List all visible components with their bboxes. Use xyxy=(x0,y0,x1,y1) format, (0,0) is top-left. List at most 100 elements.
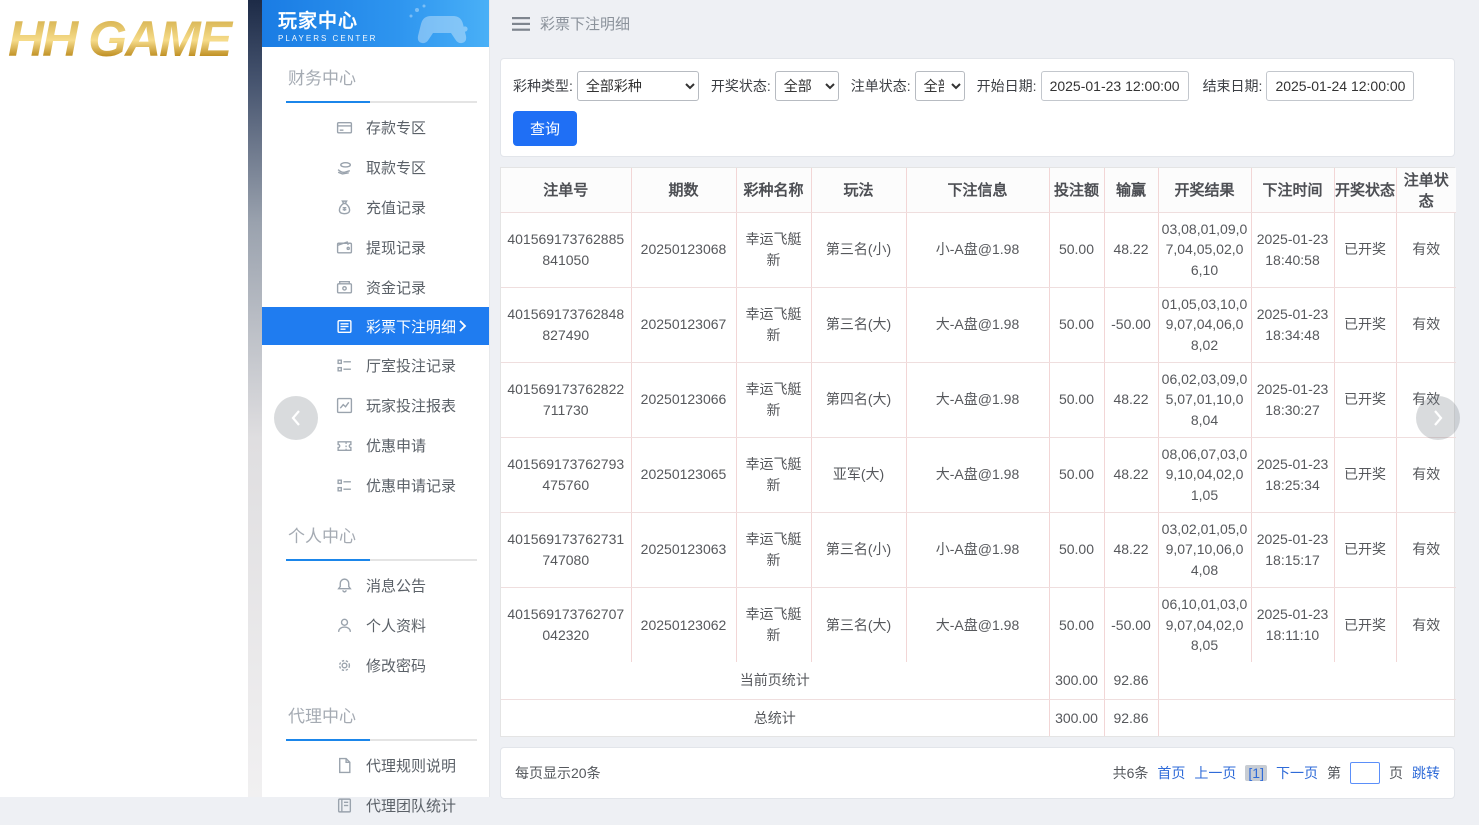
table-cell: 20250123062 xyxy=(631,587,736,662)
sidebar-item-change-password[interactable]: 修改密码 xyxy=(262,645,489,685)
table-cell: 50.00 xyxy=(1049,212,1104,287)
table-cell: 2025-01-23 18:34:48 xyxy=(1251,287,1334,362)
sidebar-header: 玩家中心 PLAYERS CENTER xyxy=(262,0,489,47)
table-cell: 第三名(大) xyxy=(811,587,906,662)
lottery-type-select[interactable]: 全部彩种 xyxy=(577,71,699,101)
table-cell: 亚军(大) xyxy=(811,437,906,512)
table-header-row: 注单号期数彩种名称玩法下注信息投注额输赢开奖结果下注时间开奖状态注单状态 xyxy=(501,168,1456,212)
sidebar-item-label: 优惠申请记录 xyxy=(366,475,456,496)
end-date-input[interactable] xyxy=(1266,71,1414,101)
sidebar-item-profile[interactable]: 个人资料 xyxy=(262,605,489,645)
chevron-right-icon xyxy=(458,319,467,337)
table-header-cell: 期数 xyxy=(631,168,736,212)
table-cell: 401569173762707042320 xyxy=(501,587,631,662)
collapse-left-button[interactable] xyxy=(274,396,318,440)
table-cell: 已开奖 xyxy=(1334,362,1396,437)
table-cell: 第三名(小) xyxy=(811,512,906,587)
summary-row-grand-total: 总统计 300.00 92.86 xyxy=(501,699,1456,736)
sidebar-item-funds-record[interactable]: 资金记录 xyxy=(262,267,489,307)
table-cell: 50.00 xyxy=(1049,512,1104,587)
summary-winloss-total: 92.86 xyxy=(1104,699,1158,736)
table-cell: 48.22 xyxy=(1104,512,1158,587)
sidebar-item-cashout-record[interactable]: 提现记录 xyxy=(262,227,489,267)
table-row: 40156917376284882749020250123067幸运飞艇新第三名… xyxy=(501,287,1456,362)
background-divider xyxy=(248,0,262,797)
chart-icon xyxy=(336,397,353,414)
summary-bet-total: 300.00 xyxy=(1049,662,1104,699)
sidebar-item-label: 消息公告 xyxy=(366,575,426,596)
table-body: 40156917376288584105020250123068 幸运飞艇新第三名… xyxy=(501,212,1456,662)
sidebar-item-label: 存款专区 xyxy=(366,117,426,138)
table-header-cell: 玩法 xyxy=(811,168,906,212)
sidebar-item-lottery-bet-detail[interactable]: 彩票下注明细 xyxy=(262,307,489,345)
sidebar-item-hall-bet-record[interactable]: 厅室投注记录 xyxy=(262,345,489,385)
search-button[interactable]: 查询 xyxy=(513,111,577,146)
sidebar-item-announcements[interactable]: 消息公告 xyxy=(262,565,489,605)
sidebar-item-promo-apply-record[interactable]: 优惠申请记录 xyxy=(262,465,489,505)
page-jump-input[interactable] xyxy=(1350,762,1380,784)
summary-row-current-page: 当前页统计 300.00 92.86 xyxy=(501,662,1456,699)
sidebar-item-agent-rules[interactable]: 代理规则说明 xyxy=(262,745,489,785)
deposit-card-icon xyxy=(336,119,353,136)
table-cell: 大-A盘@1.98 xyxy=(906,362,1049,437)
table-cell: 48.22 xyxy=(1104,437,1158,512)
table-cell: 48.22 xyxy=(1104,362,1158,437)
chevron-right-icon xyxy=(1432,409,1444,427)
sidebar-item-recharge-record[interactable]: 充值记录 xyxy=(262,187,489,227)
sidebar-item-label: 厅室投注记录 xyxy=(366,355,456,376)
draw-status-label: 开奖状态: xyxy=(711,76,771,96)
document-icon xyxy=(336,757,353,774)
current-page-indicator: [1] xyxy=(1245,765,1267,781)
summary-empty xyxy=(1158,699,1456,736)
list-icon xyxy=(336,357,353,374)
filter-panel: 彩种类型: 全部彩种 开奖状态: 全部 注单状态: 全部 开始日期: 结束日期:… xyxy=(500,58,1455,157)
topbar: 彩票下注明细 xyxy=(490,0,1479,47)
table-header-cell: 下注信息 xyxy=(906,168,1049,212)
table-cell: 50.00 xyxy=(1049,437,1104,512)
end-date-label: 结束日期: xyxy=(1203,76,1263,96)
table-row: 40156917376279347576020250123065幸运飞艇新亚军(… xyxy=(501,437,1456,512)
bet-detail-table: 注单号期数彩种名称玩法下注信息投注额输赢开奖结果下注时间开奖状态注单状态 401… xyxy=(501,168,1456,736)
sidebar-item-withdraw[interactable]: 取款专区 xyxy=(262,147,489,187)
withdraw-hand-icon xyxy=(336,159,353,176)
sidebar-item-label: 个人资料 xyxy=(366,615,426,636)
table-cell: 已开奖 xyxy=(1334,212,1396,287)
first-page-link[interactable]: 首页 xyxy=(1157,763,1185,783)
table-cell: 401569173762885841050 xyxy=(501,212,631,287)
jump-button[interactable]: 跳转 xyxy=(1412,763,1440,783)
wallet-icon xyxy=(336,239,353,256)
draw-status-select[interactable]: 全部 xyxy=(775,71,839,101)
sidebar-item-deposit[interactable]: 存款专区 xyxy=(262,107,489,147)
table-cell: 大-A盘@1.98 xyxy=(906,437,1049,512)
section-rule xyxy=(286,559,477,561)
table-cell: 小-A盘@1.98 xyxy=(906,212,1049,287)
table-cell: 03,02,01,05,09,07,10,06,04,08 xyxy=(1158,512,1251,587)
table-cell: 20250123065 xyxy=(631,437,736,512)
hamburger-menu-icon[interactable] xyxy=(512,17,530,31)
table-cell: 50.00 xyxy=(1049,362,1104,437)
table-cell: 20250123068 xyxy=(631,212,736,287)
table-cell: 20250123066 xyxy=(631,362,736,437)
table-cell: 401569173762793475760 xyxy=(501,437,631,512)
table-cell: 已开奖 xyxy=(1334,437,1396,512)
bet-detail-table-card: 注单号期数彩种名称玩法下注信息投注额输赢开奖结果下注时间开奖状态注单状态 401… xyxy=(500,167,1455,737)
table-cell: 06,02,03,09,05,07,01,10,08,04 xyxy=(1158,362,1251,437)
sidebar-item-label: 玩家投注报表 xyxy=(366,395,456,416)
bet-status-select[interactable]: 全部 xyxy=(915,71,965,101)
sidebar-item-label: 代理规则说明 xyxy=(366,755,456,776)
prev-page-link[interactable]: 上一页 xyxy=(1194,763,1236,783)
chevron-left-icon xyxy=(290,409,302,427)
summary-label: 总统计 xyxy=(501,699,1049,736)
table-cell: 06,10,01,03,09,07,04,02,08,05 xyxy=(1158,587,1251,662)
sidebar-item-agent-team-stats[interactable]: 代理团队统计 xyxy=(262,785,489,825)
section-rule xyxy=(286,739,477,741)
sidebar-item-label: 取款专区 xyxy=(366,157,426,178)
next-page-link[interactable]: 下一页 xyxy=(1276,763,1318,783)
start-date-input[interactable] xyxy=(1041,71,1189,101)
collapse-right-button[interactable] xyxy=(1416,396,1460,440)
sidebar-item-label: 优惠申请 xyxy=(366,435,426,456)
user-icon xyxy=(336,617,353,634)
sidebar-item-label: 充值记录 xyxy=(366,197,426,218)
table-cell: 幸运飞艇新 xyxy=(736,437,811,512)
page-title: 彩票下注明细 xyxy=(540,13,630,34)
